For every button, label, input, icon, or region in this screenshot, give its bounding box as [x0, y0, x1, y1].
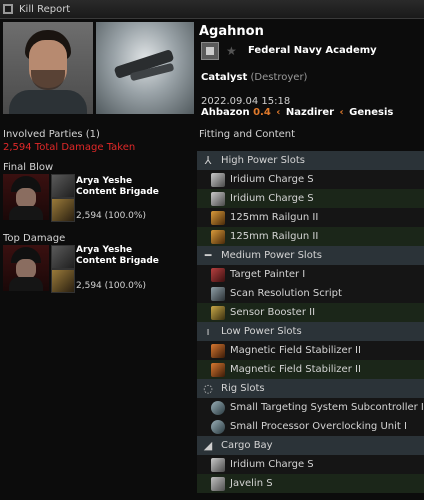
final-blow-damage: 2,594 (100.0%): [76, 211, 146, 221]
top-damage-corp[interactable]: Content Brigade: [76, 256, 159, 267]
charge-icon: [211, 457, 225, 472]
top-damage-damage: 2,594 (100.0%): [76, 281, 146, 291]
fit-item[interactable]: Magnetic Field Stabilizer II: [197, 341, 424, 360]
railgun-icon: [211, 229, 225, 244]
script-icon: [211, 286, 225, 301]
rig-slots-header: ◌ Rig Slots: [197, 379, 424, 398]
location-system[interactable]: Ahbazon: [201, 107, 250, 118]
window-title: Kill Report: [19, 3, 71, 15]
final-blow-weapon-icon[interactable]: [51, 198, 75, 222]
location-security: 0.4: [253, 107, 271, 118]
final-blow-label: Final Blow: [3, 162, 54, 173]
cargo-icon: ◢: [203, 439, 213, 452]
low-slots-header: ı Low Power Slots: [197, 322, 424, 341]
rig-slot-icon: ◌: [203, 382, 213, 395]
cargo-bay-header: ◢ Cargo Bay: [197, 436, 424, 455]
fit-item[interactable]: 125mm Railgun II: [197, 227, 424, 246]
total-damage: 2,594 Total Damage Taken: [3, 142, 136, 153]
final-blow-name[interactable]: Arya Yeshe: [76, 176, 159, 187]
final-blow-ship-icon[interactable]: [51, 174, 75, 198]
charge-icon: [211, 191, 225, 206]
top-damage-portrait[interactable]: [3, 245, 49, 291]
stabilizer-icon: [211, 362, 225, 377]
railgun-icon: [211, 210, 225, 225]
low-slot-icon: ı: [206, 325, 210, 338]
window-titlebar: Kill Report: [0, 0, 424, 19]
fit-item[interactable]: Iridium Charge S: [197, 170, 424, 189]
final-blow-corp[interactable]: Content Brigade: [76, 187, 159, 198]
ship-name[interactable]: Catalyst: [201, 72, 247, 83]
involved-parties-title: Involved Parties (1): [3, 129, 100, 140]
corporation-logo[interactable]: [201, 42, 219, 60]
fit-item[interactable]: Javelin S: [197, 474, 424, 493]
alliance-star-icon: ★: [226, 44, 237, 58]
high-slots-header: ⅄ High Power Slots: [197, 151, 424, 170]
kill-report-icon: [3, 4, 13, 14]
fit-item[interactable]: 125mm Railgun II: [197, 208, 424, 227]
top-damage-attacker[interactable]: Arya Yeshe Content Brigade: [76, 245, 159, 267]
kill-timestamp: 2022.09.04 15:18: [201, 96, 291, 107]
fit-item[interactable]: Sensor Booster II: [197, 303, 424, 322]
final-blow-attacker[interactable]: Arya Yeshe Content Brigade: [76, 176, 159, 198]
fit-item[interactable]: Magnetic Field Stabilizer II: [197, 360, 424, 379]
location-constellation[interactable]: Nazdirer: [286, 107, 334, 118]
final-blow-portrait[interactable]: [3, 174, 49, 220]
fitting-title: Fitting and Content: [199, 129, 296, 140]
sensor-booster-icon: [211, 305, 225, 320]
target-painter-icon: [211, 267, 225, 282]
fit-item[interactable]: Small Targeting System Subcontroller I: [197, 398, 424, 417]
charge-icon: [211, 172, 225, 187]
high-slot-icon: ⅄: [204, 154, 212, 167]
fit-item[interactable]: Iridium Charge S: [197, 189, 424, 208]
fit-item[interactable]: Scan Resolution Script: [197, 284, 424, 303]
victim-corporation[interactable]: Federal Navy Academy: [248, 45, 377, 56]
victim-ship: Catalyst (Destroyer): [201, 72, 307, 83]
victim-portrait[interactable]: [3, 22, 93, 114]
stabilizer-icon: [211, 343, 225, 358]
fit-item[interactable]: Target Painter I: [197, 265, 424, 284]
fitting-list: ⅄ High Power Slots Iridium Charge S Irid…: [197, 151, 424, 493]
rig-icon: [211, 419, 225, 434]
top-damage-label: Top Damage: [3, 233, 66, 244]
top-damage-weapon-icon[interactable]: [51, 269, 75, 293]
medium-slot-icon: ━: [204, 249, 212, 262]
ship-class: (Destroyer): [250, 72, 308, 83]
medium-slots-header: ━ Medium Power Slots: [197, 246, 424, 265]
fit-item[interactable]: Iridium Charge S: [197, 455, 424, 474]
kill-location: Ahbazon 0.4 ‹ Nazdirer ‹ Genesis: [201, 107, 394, 118]
victim-ship-image[interactable]: [96, 22, 194, 114]
javelin-icon: [211, 476, 225, 491]
top-damage-ship-icon[interactable]: [51, 245, 75, 269]
top-damage-name[interactable]: Arya Yeshe: [76, 245, 159, 256]
location-region[interactable]: Genesis: [349, 107, 393, 118]
victim-name[interactable]: Agahnon: [199, 24, 264, 39]
rig-icon: [211, 400, 225, 415]
fit-item[interactable]: Small Processor Overclocking Unit I: [197, 417, 424, 436]
